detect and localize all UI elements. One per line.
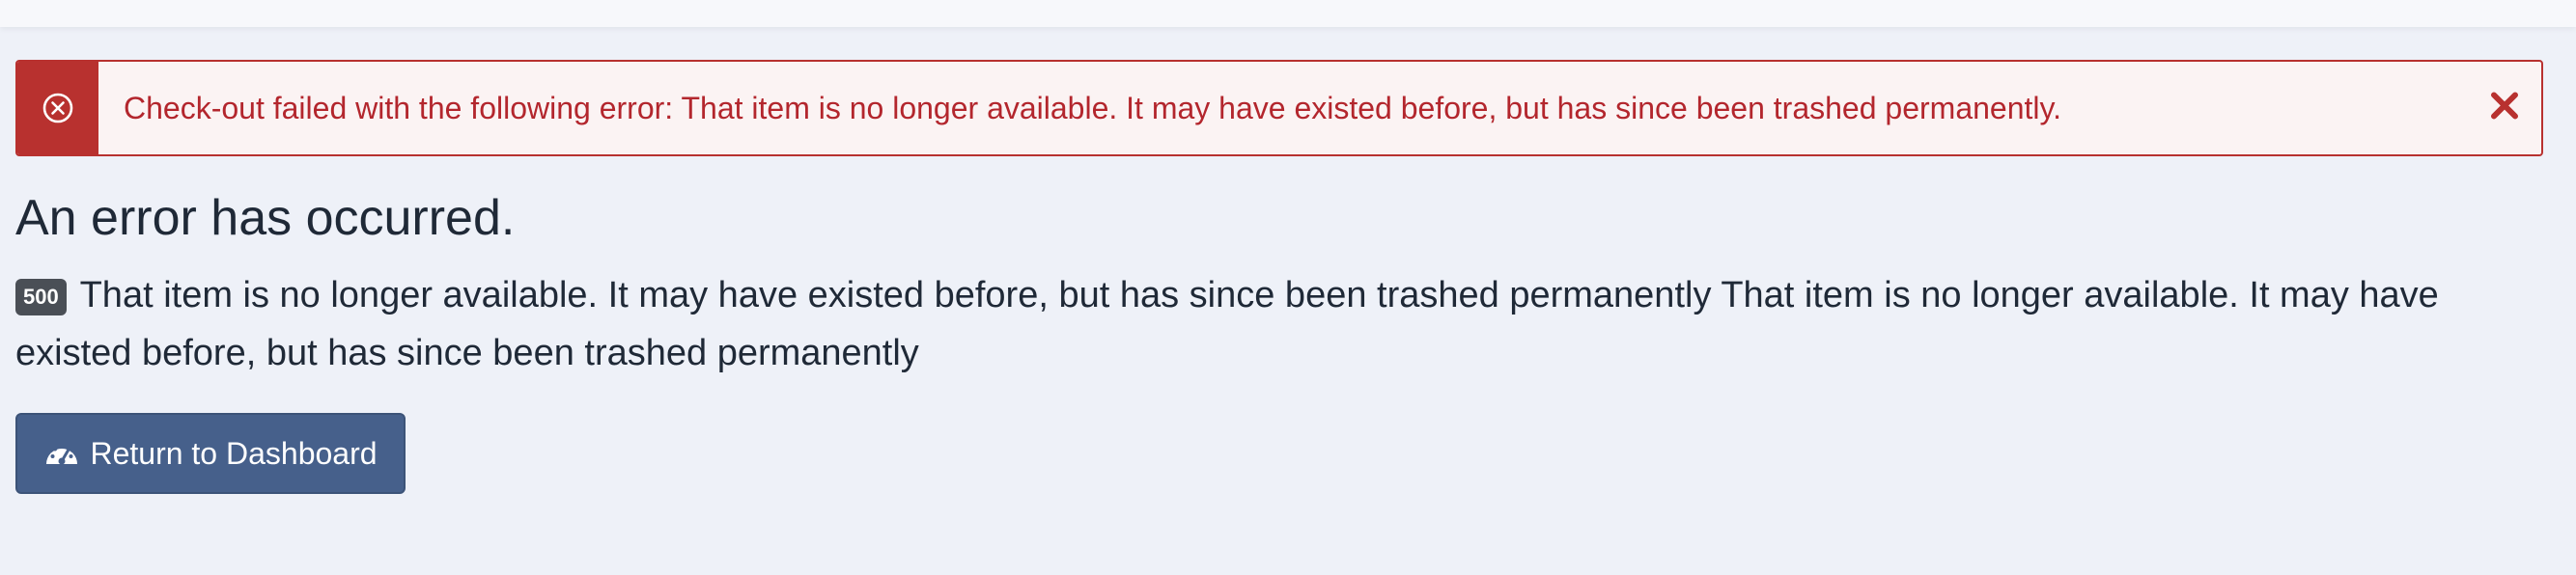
- error-message: 500 That item is no longer available. It…: [15, 266, 2555, 382]
- error-code-badge: 500: [15, 279, 67, 315]
- alert-icon-panel: [17, 62, 98, 154]
- alert-message: Check-out failed with the following erro…: [124, 90, 2062, 125]
- return-to-dashboard-button[interactable]: Return to Dashboard: [15, 413, 406, 494]
- top-navbar: [0, 0, 2576, 27]
- circle-x-icon: [42, 92, 74, 124]
- error-message-text: That item is no longer available. It may…: [15, 275, 2439, 373]
- close-icon[interactable]: [2489, 90, 2520, 121]
- error-alert: Check-out failed with the following erro…: [15, 60, 2543, 156]
- dashboard-gauge-icon: [43, 438, 80, 469]
- page-title: An error has occurred.: [15, 190, 516, 246]
- return-to-dashboard-label: Return to Dashboard: [90, 435, 378, 471]
